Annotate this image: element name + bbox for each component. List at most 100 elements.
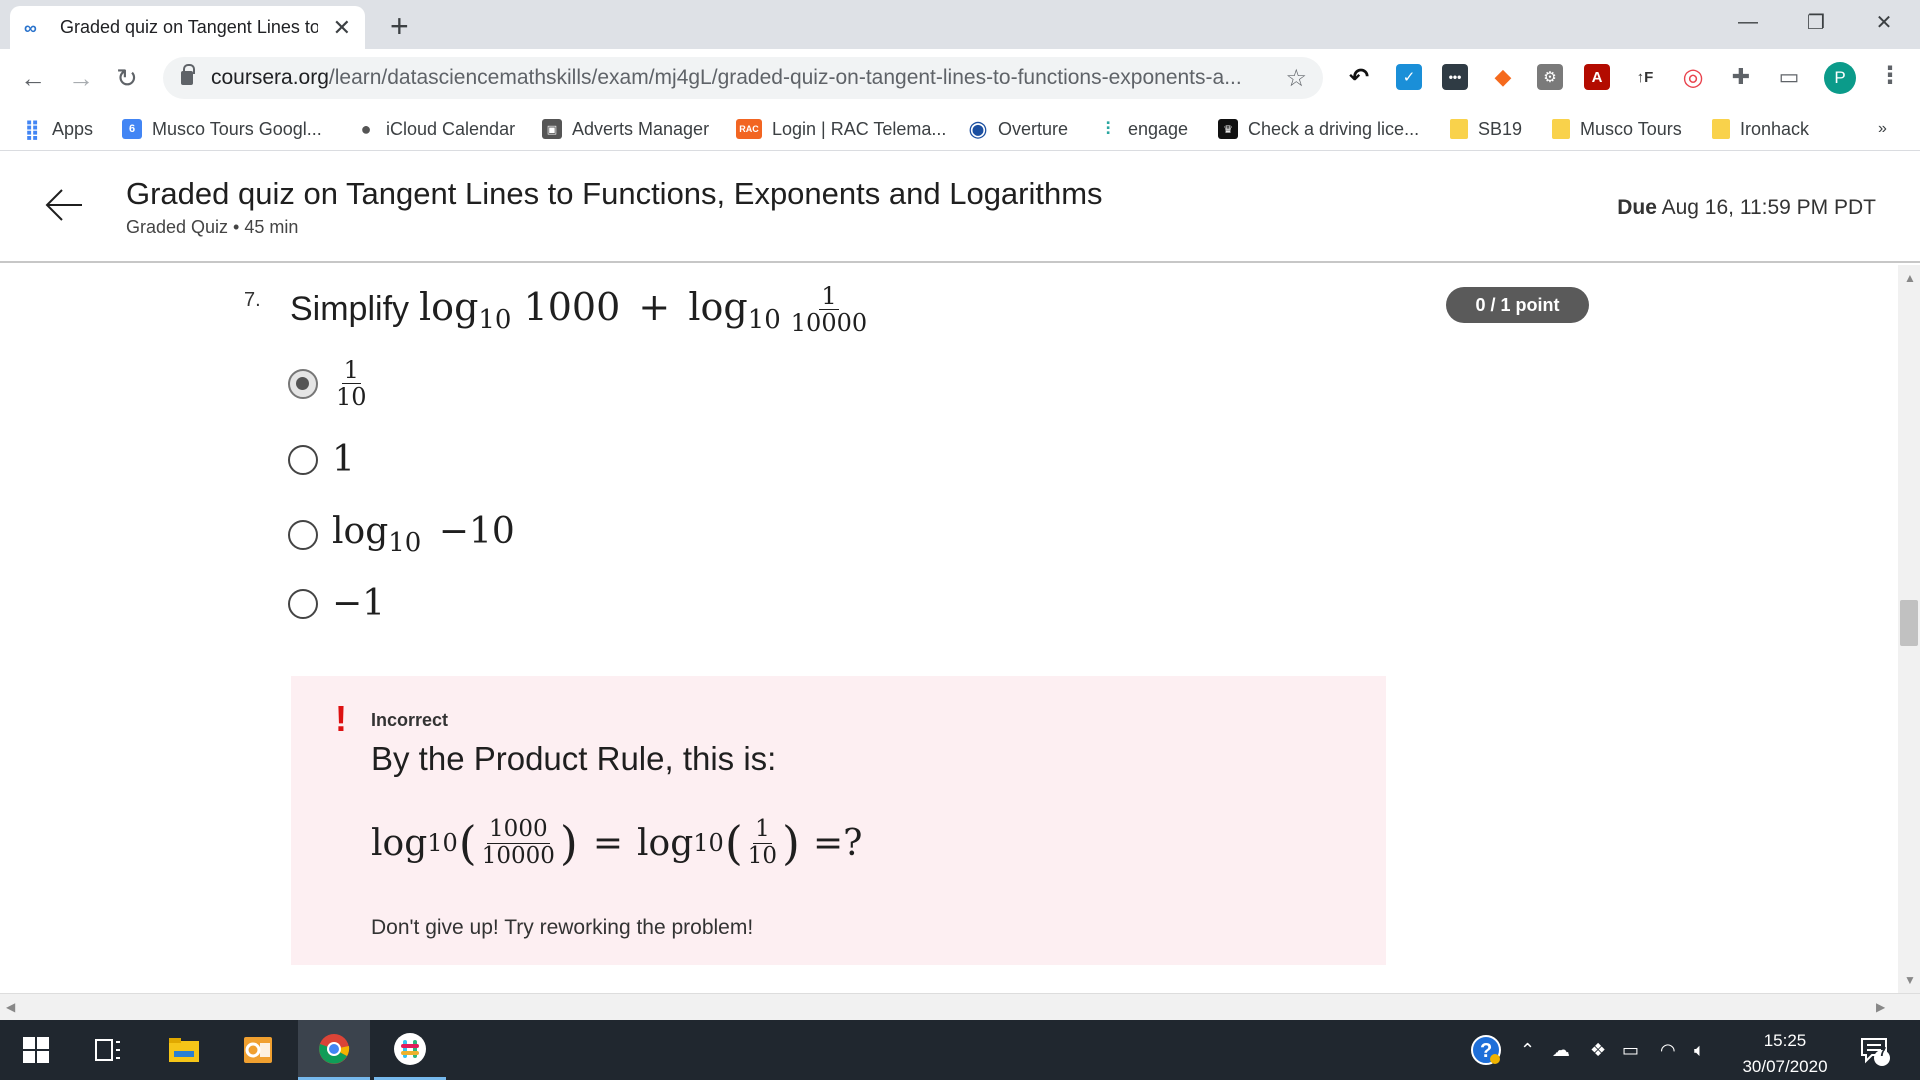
vertical-scroll-thumb[interactable] [1900, 600, 1918, 646]
hubspot-extension-icon[interactable]: ⚙ [1537, 64, 1563, 90]
bookmark-apps[interactable]: ⣿ Apps [22, 107, 93, 151]
help-tray-icon[interactable]: ? [1470, 1020, 1502, 1080]
quiz-subtitle: Graded Quiz • 45 min [126, 217, 299, 237]
scroll-left-arrow-icon[interactable]: ◀ [6, 1000, 15, 1014]
reload-icon[interactable]: ↻ [116, 63, 138, 94]
radio-unselected[interactable] [288, 588, 318, 619]
outlook-icon[interactable] [222, 1020, 294, 1080]
file-explorer-icon[interactable] [148, 1020, 220, 1080]
bookmark-engage[interactable]: ⫶ engage [1098, 107, 1188, 151]
option-fraction: 1 10 [336, 356, 367, 412]
bookmark-label: Apps [52, 118, 94, 139]
question-math: log10 1000 + log10 [419, 284, 781, 335]
google-calendar-icon: 6 [122, 119, 142, 139]
scroll-right-arrow-icon[interactable]: ▶ [1876, 1000, 1885, 1014]
answer-option-3[interactable]: log10 −10 [288, 511, 515, 558]
radio-selected[interactable] [288, 368, 318, 399]
bookmark-label: Overture [998, 118, 1069, 139]
windows-start-icon[interactable] [0, 1020, 72, 1080]
todo-check-extension-icon[interactable]: ✓ [1396, 64, 1422, 90]
overture-icon: ◉ [968, 116, 988, 141]
task-view-icon[interactable] [72, 1020, 144, 1080]
bookmark-icloud-calendar[interactable]: ● iCloud Calendar [356, 107, 516, 151]
question-word: Simplify [290, 290, 410, 329]
browser-toolbar: ← → ↻ coursera.org/learn/datasciencemath… [0, 49, 1920, 107]
gov-crown-icon: ♛ [1218, 119, 1238, 139]
bookmark-label: iCloud Calendar [386, 118, 516, 139]
cast-icon[interactable]: ▭ [1776, 64, 1802, 90]
volume-icon[interactable]: 🔈︎ [1694, 1020, 1705, 1080]
new-tab-button[interactable]: + [390, 8, 409, 45]
radio-unselected[interactable] [288, 519, 318, 550]
bookmarks-bar: ⣿ Apps 6 Musco Tours Googl... ● iCloud C… [0, 107, 1920, 151]
feedback-hint: Don't give up! Try reworking the problem… [371, 916, 754, 939]
bookmark-driving-licence[interactable]: ♛ Check a driving lice... [1218, 107, 1419, 151]
coursera-favicon-icon: ∞ [24, 17, 37, 38]
close-window-icon[interactable]: ✕ [1850, 0, 1918, 44]
slack-icon[interactable] [374, 1020, 446, 1080]
back-arrow-icon[interactable] [44, 188, 84, 227]
browser-tab-active[interactable]: ∞ Graded quiz on Tangent Lines to Functi… [10, 6, 365, 49]
quiz-content: 7. Simplify log10 1000 + log10 1 10000 0… [0, 265, 1898, 993]
font-extension-icon[interactable]: ↑F [1632, 64, 1658, 90]
feedback-panel: ! Incorrect By the Product Rule, this is… [291, 676, 1386, 965]
bookmark-label: Musco Tours Googl... [152, 118, 322, 139]
bookmark-musco-tours-google[interactable]: 6 Musco Tours Googl... [122, 107, 322, 151]
puzzle-extension-icon[interactable]: ✚ [1728, 64, 1754, 90]
back-icon[interactable]: ← [20, 63, 46, 94]
lock-icon [181, 64, 195, 85]
bookmark-folder-ironhack[interactable]: Ironhack [1712, 107, 1809, 151]
option-label: log10 −10 [332, 511, 515, 558]
tab-title: Graded quiz on Tangent Lines to Function… [60, 17, 318, 37]
chrome-taskbar-icon[interactable] [298, 1020, 370, 1080]
reply-extension-icon[interactable]: ↶ [1346, 64, 1372, 91]
scroll-up-arrow-icon[interactable]: ▲ [1904, 271, 1916, 285]
dropbox-icon[interactable]: ❖ [1590, 1020, 1606, 1080]
address-bar[interactable]: coursera.org/learn/datasciencemathskills… [163, 57, 1323, 99]
horizontal-scrollbar[interactable]: ◀ ▶ [0, 993, 1920, 1020]
option-label: −1 [332, 583, 386, 624]
onedrive-cloud-icon[interactable]: ☁ [1552, 1020, 1570, 1080]
engage-icon: ⫶ [1105, 118, 1111, 139]
adverts-manager-icon: ▣ [542, 119, 562, 139]
bookmark-folder-musco-tours[interactable]: Musco Tours [1552, 107, 1682, 151]
close-tab-icon[interactable]: ✕ [333, 15, 351, 41]
quiz-header: Graded quiz on Tangent Lines to Function… [0, 152, 1920, 263]
question-prompt: Simplify log10 1000 + log10 1 10000 [290, 283, 871, 337]
more-bookmarks-button[interactable]: » [1878, 107, 1887, 151]
profile-avatar[interactable]: P [1824, 62, 1856, 94]
bookmark-overture[interactable]: ◉ Overture [968, 107, 1068, 151]
minimize-icon[interactable]: — [1714, 0, 1782, 44]
bookmark-label: Adverts Manager [572, 118, 710, 139]
clock-time: 15:25 [1763, 1031, 1807, 1050]
spiral-extension-icon[interactable]: ◎ [1680, 64, 1706, 91]
pdf-extension-icon[interactable]: A [1584, 64, 1610, 90]
wifi-icon[interactable]: ◠ [1660, 1020, 1676, 1080]
battery-icon[interactable]: ▭ [1622, 1020, 1639, 1080]
question-fraction: 1 10000 [790, 282, 868, 338]
folder-icon [1712, 119, 1730, 139]
notification-center-icon[interactable]: 7 [1858, 1020, 1892, 1080]
forward-icon[interactable]: → [68, 63, 94, 94]
bookmark-star-icon[interactable]: ☆ [1285, 64, 1307, 93]
bookmark-rac-login[interactable]: RAC Login | RAC Telema... [736, 107, 946, 151]
feedback-text: By the Product Rule, this is: [371, 740, 777, 777]
feedback-fraction-2: 1 10 [747, 816, 778, 869]
dots-extension-icon[interactable]: ••• [1442, 64, 1468, 90]
taskbar-clock[interactable]: 15:25 30/07/2020 [1730, 1028, 1840, 1080]
bookmark-label: Check a driving lice... [1248, 118, 1420, 139]
bookmark-adverts-manager[interactable]: ▣ Adverts Manager [542, 107, 709, 151]
show-hidden-icons-chevron-icon[interactable]: ⌃ [1520, 1020, 1535, 1080]
radio-unselected[interactable] [288, 444, 318, 475]
browser-tab-strip: ∞ Graded quiz on Tangent Lines to Functi… [0, 0, 1920, 49]
folder-icon [1552, 119, 1570, 139]
bookmark-folder-sb19[interactable]: SB19 [1450, 107, 1522, 151]
restore-icon[interactable]: ❐ [1782, 0, 1850, 44]
answer-option-1[interactable]: 1 10 [288, 357, 371, 411]
answer-option-4[interactable]: −1 [288, 583, 385, 624]
scroll-down-arrow-icon[interactable]: ▼ [1904, 973, 1916, 987]
feedback-math: log 10 ( 1000 10000 ) = log 10 ( 1 10 ) =? [371, 816, 863, 870]
answer-option-2[interactable]: 1 [288, 439, 355, 480]
fox-extension-icon[interactable]: ◆ [1490, 64, 1516, 90]
chrome-menu-icon[interactable]: ⋮ [1878, 61, 1902, 90]
